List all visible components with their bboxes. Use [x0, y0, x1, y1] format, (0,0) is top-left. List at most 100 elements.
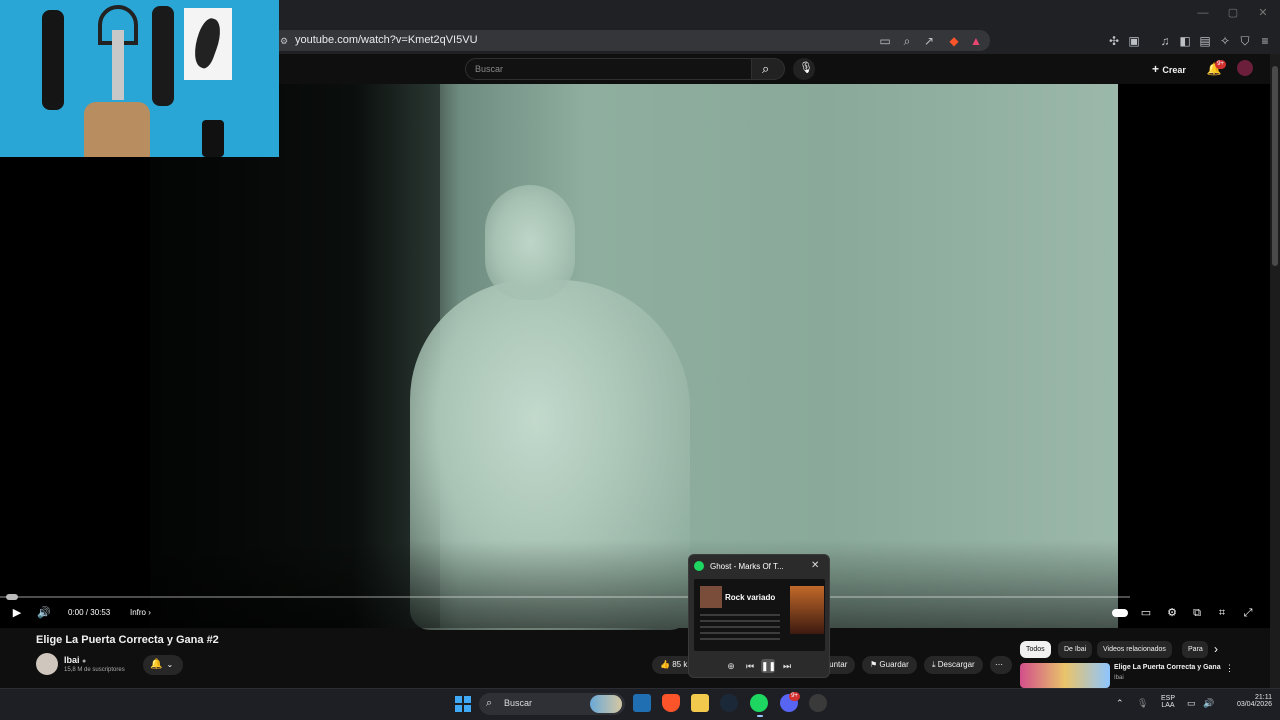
language-indicator[interactable]: ESP LAA: [1158, 695, 1178, 709]
like-count: 85 k: [672, 660, 688, 669]
chips-next-icon[interactable]: ›: [1214, 642, 1218, 656]
next-track-icon[interactable]: ⏭: [780, 659, 794, 673]
speaker-icon[interactable]: 🔊: [1203, 698, 1214, 709]
cast-icon[interactable]: ⌗: [1214, 605, 1230, 621]
controls-gradient: [150, 540, 1118, 628]
maximize-icon[interactable]: ▢: [1226, 6, 1240, 20]
guitar-left: [42, 10, 64, 110]
playlist-cover: [700, 586, 722, 608]
spotify-icon: [694, 561, 704, 571]
fullscreen-icon[interactable]: ⤢: [1240, 605, 1256, 621]
clock-date: 03/04/2026: [1236, 701, 1272, 708]
chevron-down-icon: ⌄: [166, 660, 174, 669]
search-highlight-icon: [590, 695, 622, 713]
notifications-badge: 9+: [1215, 60, 1226, 69]
ghost-figure-head: [485, 185, 575, 300]
taskbar-search-placeholder: Buscar: [504, 698, 533, 708]
microphone-icon: 🎙: [799, 62, 813, 74]
file-explorer-icon[interactable]: [691, 694, 709, 712]
playlist-row: [700, 626, 780, 628]
time-display: 0:00 / 30:53: [68, 608, 111, 617]
windows-start-icon[interactable]: [455, 696, 471, 712]
vpn-icon[interactable]: ⛉: [1237, 33, 1253, 49]
tray-overflow-icon[interactable]: ⌃: [1116, 698, 1124, 709]
playlist-name: Rock variado: [725, 593, 776, 602]
bell-icon: 🔔: [150, 659, 163, 670]
playlist-row: [700, 638, 780, 640]
sidebar-icon[interactable]: ◧: [1177, 33, 1193, 49]
brave-rewards-icon[interactable]: ▲: [968, 33, 984, 49]
url-text[interactable]: youtube.com/watch?v=Kmet2qVI5VU: [295, 34, 478, 46]
miniplayer-icon[interactable]: ⧉: [1189, 605, 1205, 621]
related-video-title[interactable]: Elige La Puerta Correcta y Gana: [1114, 664, 1221, 671]
video-title: Elige La Puerta Correcta y Gana #2: [36, 634, 219, 646]
chip-for-you[interactable]: Para: [1182, 641, 1208, 658]
download-label: Descargar: [937, 660, 975, 669]
progress-bar[interactable]: [0, 596, 1130, 598]
scrollbar-thumb[interactable]: [1272, 66, 1278, 266]
download-button[interactable]: ⤓ Descargar: [924, 656, 983, 674]
related-more-icon[interactable]: ⋮: [1225, 663, 1234, 674]
more-actions-button[interactable]: ⋯: [990, 656, 1012, 674]
subscriber-count: 15,8 M de suscriptores: [64, 667, 125, 673]
subscription-bell-button[interactable]: 🔔 ⌄: [143, 655, 183, 675]
chip-all[interactable]: Todos: [1020, 641, 1051, 658]
subtitles-icon[interactable]: ▭: [1138, 605, 1154, 621]
related-video-thumbnail[interactable]: [1020, 663, 1110, 688]
obs-icon[interactable]: [809, 694, 827, 712]
close-preview-icon[interactable]: ✕: [811, 560, 819, 571]
pause-icon[interactable]: ❚❚: [761, 659, 776, 673]
create-button[interactable]: + Crear: [1152, 60, 1186, 78]
add-to-library-icon[interactable]: ⊕: [724, 659, 738, 673]
extensions-icon[interactable]: ✣: [1106, 33, 1122, 49]
menu-icon[interactable]: ≡: [1257, 33, 1273, 49]
chip-related[interactable]: Videos relacionados: [1097, 641, 1172, 658]
search-placeholder: Buscar: [475, 64, 504, 74]
language-code: ESP: [1160, 695, 1175, 702]
settings-icon[interactable]: ⚙: [1164, 605, 1180, 621]
share-icon[interactable]: ↗: [921, 33, 937, 49]
reader-mode-icon[interactable]: ▭: [877, 33, 893, 49]
save-label: Guardar: [879, 660, 909, 669]
search-button[interactable]: ⌕: [751, 58, 785, 80]
chapter-info-button[interactable]: Infro ›: [130, 608, 151, 617]
previous-track-icon[interactable]: ⏮: [743, 659, 757, 673]
task-view-icon[interactable]: [633, 694, 651, 712]
tray-mic-icon[interactable]: 🎙: [1137, 698, 1148, 709]
playlist-row: [700, 614, 780, 616]
network-icon[interactable]: ▭: [1187, 698, 1196, 709]
screenshot-icon[interactable]: ▣: [1126, 33, 1142, 49]
bookmark-icon: ⚑: [870, 660, 878, 669]
clock[interactable]: 21:11 03/04/2026: [1222, 694, 1272, 708]
play-icon[interactable]: ▶: [9, 605, 25, 621]
autoplay-toggle[interactable]: [1112, 605, 1128, 621]
zoom-icon[interactable]: ⌕: [899, 33, 915, 49]
minimize-icon[interactable]: —: [1196, 6, 1210, 20]
spotify-track-title: Ghost - Marks Of T...: [710, 562, 784, 571]
account-avatar[interactable]: [1237, 60, 1253, 76]
voice-search-button[interactable]: 🎙: [793, 58, 815, 80]
spotify-taskbar-icon[interactable]: [750, 694, 768, 712]
channel-name[interactable]: Ibai ●: [64, 655, 86, 665]
guitar-right: [152, 6, 174, 106]
volume-icon[interactable]: 🔊: [36, 605, 52, 621]
thumbs-up-icon: 👍: [660, 660, 670, 669]
playlist-row: [700, 620, 780, 622]
more-horizontal-icon: ⋯: [995, 660, 1003, 669]
keyboard-layout: LAA: [1161, 702, 1175, 709]
media-icon[interactable]: ♫: [1157, 33, 1173, 49]
chip-from-channel[interactable]: De Ibai: [1058, 641, 1093, 658]
wallet-icon[interactable]: ▤: [1197, 33, 1213, 49]
brave-browser-icon[interactable]: [662, 694, 680, 712]
steam-icon[interactable]: [720, 694, 738, 712]
search-input[interactable]: Buscar: [465, 58, 752, 80]
taskbar-search-icon: ⌕: [486, 697, 493, 709]
brave-shields-icon[interactable]: ◆: [946, 33, 962, 49]
progress-buffer: [6, 594, 18, 600]
leo-ai-icon[interactable]: ✧: [1217, 33, 1233, 49]
channel-name-text: Ibai: [64, 655, 80, 665]
channel-avatar[interactable]: [36, 653, 58, 675]
related-video-channel: Ibai: [1114, 675, 1124, 681]
save-button[interactable]: ⚑ Guardar: [862, 656, 917, 674]
close-window-icon[interactable]: ✕: [1256, 6, 1270, 20]
